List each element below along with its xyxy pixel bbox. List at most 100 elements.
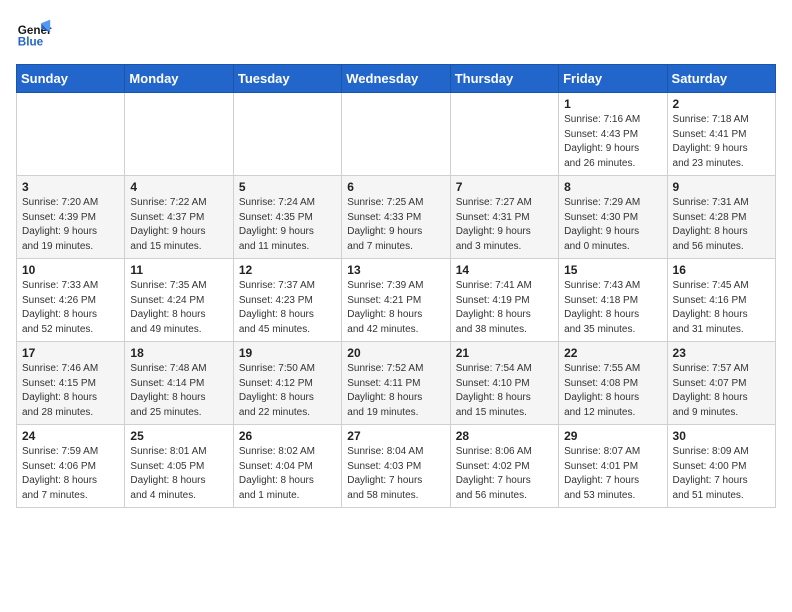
calendar-cell: 14 Sunrise: 7:41 AM Sunset: 4:19 PM Dayli… <box>450 259 558 342</box>
calendar-week-3: 10Sunrise: 7:33 AM Sunset: 4:26 PM Dayli… <box>17 259 776 342</box>
calendar-cell: 7 Sunrise: 7:27 AM Sunset: 4:31 PM Daylig… <box>450 176 558 259</box>
calendar-cell: 2 Sunrise: 7:18 AM Sunset: 4:41 PM Daylig… <box>667 93 775 176</box>
day-number: 13 <box>347 263 444 277</box>
day-info: Sunrise: 8:09 AM Sunset: 4:00 PM Dayligh… <box>673 445 770 503</box>
day-number: 29 <box>564 429 661 443</box>
day-info: Sunrise: 8:07 AM Sunset: 4:01 PM Dayligh… <box>564 445 661 503</box>
day-info: Sunrise: 7:20 AM Sunset: 4:39 PM Dayligh… <box>22 196 119 254</box>
day-number: 2 <box>673 97 770 111</box>
calendar-cell: 5 Sunrise: 7:24 AM Sunset: 4:35 PM Daylig… <box>233 176 341 259</box>
calendar-week-2: 3 Sunrise: 7:20 AM Sunset: 4:39 PM Daylig… <box>17 176 776 259</box>
calendar-table: SundayMondayTuesdayWednesdayThursdayFrid… <box>16 64 776 508</box>
calendar-cell: 8 Sunrise: 7:29 AM Sunset: 4:30 PM Daylig… <box>559 176 667 259</box>
day-info: Sunrise: 8:01 AM Sunset: 4:05 PM Dayligh… <box>130 445 227 503</box>
day-number: 26 <box>239 429 336 443</box>
calendar-header-row: SundayMondayTuesdayWednesdayThursdayFrid… <box>17 65 776 93</box>
calendar-cell <box>233 93 341 176</box>
day-number: 16 <box>673 263 770 277</box>
day-info: Sunrise: 7:50 AM Sunset: 4:12 PM Dayligh… <box>239 362 336 420</box>
col-header-friday: Friday <box>559 65 667 93</box>
calendar-cell <box>342 93 450 176</box>
day-number: 4 <box>130 180 227 194</box>
day-info: Sunrise: 7:46 AM Sunset: 4:15 PM Dayligh… <box>22 362 119 420</box>
calendar-cell: 13 Sunrise: 7:39 AM Sunset: 4:21 PM Dayli… <box>342 259 450 342</box>
day-number: 6 <box>347 180 444 194</box>
day-number: 22 <box>564 346 661 360</box>
day-info: Sunrise: 7:35 AM Sunset: 4:24 PM Dayligh… <box>130 279 227 337</box>
calendar-cell: 9 Sunrise: 7:31 AM Sunset: 4:28 PM Daylig… <box>667 176 775 259</box>
col-header-saturday: Saturday <box>667 65 775 93</box>
col-header-wednesday: Wednesday <box>342 65 450 93</box>
day-number: 23 <box>673 346 770 360</box>
calendar-cell: 21Sunrise: 7:54 AM Sunset: 4:10 PM Dayli… <box>450 342 558 425</box>
col-header-thursday: Thursday <box>450 65 558 93</box>
day-info: Sunrise: 7:43 AM Sunset: 4:18 PM Dayligh… <box>564 279 661 337</box>
calendar-cell: 4Sunrise: 7:22 AM Sunset: 4:37 PM Daylig… <box>125 176 233 259</box>
logo-icon: General Blue <box>16 16 52 52</box>
day-info: Sunrise: 7:45 AM Sunset: 4:16 PM Dayligh… <box>673 279 770 337</box>
calendar-cell: 20 Sunrise: 7:52 AM Sunset: 4:11 PM Dayli… <box>342 342 450 425</box>
day-number: 28 <box>456 429 553 443</box>
day-info: Sunrise: 7:59 AM Sunset: 4:06 PM Dayligh… <box>22 445 119 503</box>
day-info: Sunrise: 7:29 AM Sunset: 4:30 PM Dayligh… <box>564 196 661 254</box>
day-info: Sunrise: 7:25 AM Sunset: 4:33 PM Dayligh… <box>347 196 444 254</box>
day-number: 19 <box>239 346 336 360</box>
page-header: General Blue <box>16 16 776 52</box>
day-info: Sunrise: 7:52 AM Sunset: 4:11 PM Dayligh… <box>347 362 444 420</box>
calendar-cell: 25 Sunrise: 8:01 AM Sunset: 4:05 PM Dayli… <box>125 425 233 508</box>
day-number: 5 <box>239 180 336 194</box>
calendar-cell <box>125 93 233 176</box>
calendar-cell: 12Sunrise: 7:37 AM Sunset: 4:23 PM Dayli… <box>233 259 341 342</box>
day-info: Sunrise: 7:48 AM Sunset: 4:14 PM Dayligh… <box>130 362 227 420</box>
day-info: Sunrise: 8:04 AM Sunset: 4:03 PM Dayligh… <box>347 445 444 503</box>
day-number: 15 <box>564 263 661 277</box>
day-number: 7 <box>456 180 553 194</box>
calendar-cell: 16 Sunrise: 7:45 AM Sunset: 4:16 PM Dayli… <box>667 259 775 342</box>
calendar-cell: 17 Sunrise: 7:46 AM Sunset: 4:15 PM Dayli… <box>17 342 125 425</box>
calendar-cell: 3 Sunrise: 7:20 AM Sunset: 4:39 PM Daylig… <box>17 176 125 259</box>
calendar-cell: 1 Sunrise: 7:16 AM Sunset: 4:43 PM Daylig… <box>559 93 667 176</box>
day-info: Sunrise: 7:54 AM Sunset: 4:10 PM Dayligh… <box>456 362 553 420</box>
col-header-sunday: Sunday <box>17 65 125 93</box>
svg-text:Blue: Blue <box>18 36 44 49</box>
day-info: Sunrise: 7:33 AM Sunset: 4:26 PM Dayligh… <box>22 279 119 337</box>
calendar-cell: 27 Sunrise: 8:04 AM Sunset: 4:03 PM Dayli… <box>342 425 450 508</box>
day-info: Sunrise: 7:31 AM Sunset: 4:28 PM Dayligh… <box>673 196 770 254</box>
day-info: Sunrise: 7:41 AM Sunset: 4:19 PM Dayligh… <box>456 279 553 337</box>
day-info: Sunrise: 7:57 AM Sunset: 4:07 PM Dayligh… <box>673 362 770 420</box>
day-number: 14 <box>456 263 553 277</box>
day-number: 8 <box>564 180 661 194</box>
day-info: Sunrise: 7:16 AM Sunset: 4:43 PM Dayligh… <box>564 113 661 171</box>
calendar-cell <box>450 93 558 176</box>
calendar-week-1: 1 Sunrise: 7:16 AM Sunset: 4:43 PM Daylig… <box>17 93 776 176</box>
day-number: 24 <box>22 429 119 443</box>
calendar-cell: 15 Sunrise: 7:43 AM Sunset: 4:18 PM Dayli… <box>559 259 667 342</box>
day-number: 27 <box>347 429 444 443</box>
col-header-monday: Monday <box>125 65 233 93</box>
day-info: Sunrise: 8:06 AM Sunset: 4:02 PM Dayligh… <box>456 445 553 503</box>
day-info: Sunrise: 7:27 AM Sunset: 4:31 PM Dayligh… <box>456 196 553 254</box>
day-info: Sunrise: 7:24 AM Sunset: 4:35 PM Dayligh… <box>239 196 336 254</box>
day-info: Sunrise: 8:02 AM Sunset: 4:04 PM Dayligh… <box>239 445 336 503</box>
day-number: 1 <box>564 97 661 111</box>
calendar-cell: 11 Sunrise: 7:35 AM Sunset: 4:24 PM Dayli… <box>125 259 233 342</box>
calendar-cell: 29 Sunrise: 8:07 AM Sunset: 4:01 PM Dayli… <box>559 425 667 508</box>
day-number: 3 <box>22 180 119 194</box>
day-number: 18 <box>130 346 227 360</box>
day-number: 17 <box>22 346 119 360</box>
calendar-week-4: 17 Sunrise: 7:46 AM Sunset: 4:15 PM Dayli… <box>17 342 776 425</box>
day-number: 11 <box>130 263 227 277</box>
calendar-cell: 30Sunrise: 8:09 AM Sunset: 4:00 PM Dayli… <box>667 425 775 508</box>
calendar-cell <box>17 93 125 176</box>
day-number: 25 <box>130 429 227 443</box>
day-number: 20 <box>347 346 444 360</box>
calendar-cell: 24 Sunrise: 7:59 AM Sunset: 4:06 PM Dayli… <box>17 425 125 508</box>
day-info: Sunrise: 7:39 AM Sunset: 4:21 PM Dayligh… <box>347 279 444 337</box>
calendar-week-5: 24 Sunrise: 7:59 AM Sunset: 4:06 PM Dayli… <box>17 425 776 508</box>
calendar-cell: 22Sunrise: 7:55 AM Sunset: 4:08 PM Dayli… <box>559 342 667 425</box>
day-info: Sunrise: 7:37 AM Sunset: 4:23 PM Dayligh… <box>239 279 336 337</box>
day-info: Sunrise: 7:18 AM Sunset: 4:41 PM Dayligh… <box>673 113 770 171</box>
calendar-cell: 26 Sunrise: 8:02 AM Sunset: 4:04 PM Dayli… <box>233 425 341 508</box>
calendar-cell: 28 Sunrise: 8:06 AM Sunset: 4:02 PM Dayli… <box>450 425 558 508</box>
day-number: 9 <box>673 180 770 194</box>
